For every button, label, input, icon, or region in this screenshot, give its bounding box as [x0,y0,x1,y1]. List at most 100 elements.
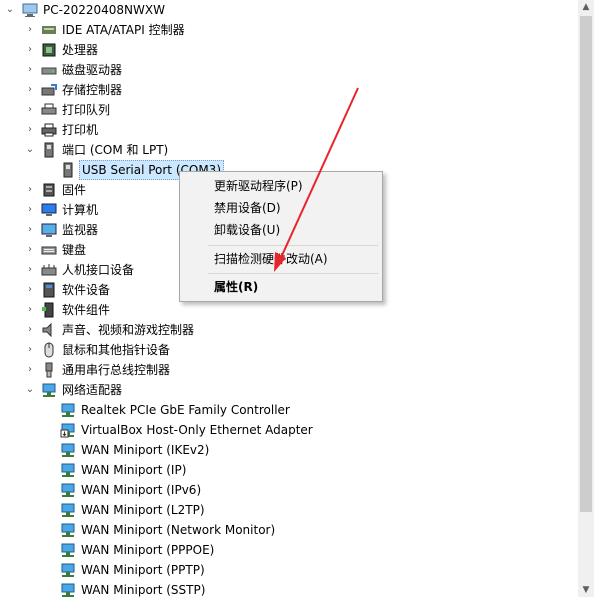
tree-item-label: 软件设备 [62,283,111,297]
network-adapter-icon [60,542,76,558]
menu-item-scan-hardware[interactable]: 扫描检测硬件改动(A) [180,248,382,270]
tree-item-usb-controller[interactable]: › 通用串行总线控制器 [0,360,560,380]
tree-item-storage[interactable]: › 存储控制器 [0,80,560,100]
firmware-icon [41,182,57,198]
tree-item-label: WAN Miniport (L2TP) [81,503,205,517]
port-icon [41,142,57,158]
tree-item-printer[interactable]: › 打印机 [0,120,560,140]
tree-item-label: WAN Miniport (Network Monitor) [81,523,276,537]
context-menu: 更新驱动程序(P) 禁用设备(D) 卸载设备(U) 扫描检测硬件改动(A) 属性… [179,171,383,302]
menu-item-properties[interactable]: 属性(R) [180,276,382,298]
tree-item-adapter[interactable]: WAN Miniport (L2TP) [0,500,560,520]
vertical-scrollbar[interactable]: ▲ ▼ [578,0,594,597]
tree-item-label: 固件 [62,183,87,197]
network-adapter-icon [60,582,76,597]
tree-item-processor[interactable]: › 处理器 [0,40,560,60]
tree-item-ide[interactable]: › IDE ATA/ATAPI 控制器 [0,20,560,40]
tree-item-label: 端口 (COM 和 LPT) [62,143,169,157]
tree-item-label: WAN Miniport (PPPOE) [81,543,215,557]
chevron-right-icon[interactable]: › [24,200,36,220]
chevron-right-icon[interactable]: › [24,280,36,300]
network-adapter-icon [60,422,76,438]
network-adapter-icon [60,462,76,478]
chevron-right-icon[interactable]: › [24,180,36,200]
network-adapter-icon [60,562,76,578]
chevron-right-icon[interactable]: › [24,60,36,80]
chevron-right-icon[interactable]: › [24,40,36,60]
keyboard-icon [41,242,57,258]
tree-item-label: 软件组件 [62,303,111,317]
tree-item-label: VirtualBox Host-Only Ethernet Adapter [81,423,313,437]
network-adapter-icon [41,382,57,398]
tree-item-adapter[interactable]: WAN Miniport (IP) [0,460,560,480]
chevron-right-icon[interactable]: › [24,360,36,380]
menu-item-update-driver[interactable]: 更新驱动程序(P) [180,175,382,197]
chevron-down-icon[interactable]: ⌄ [24,380,36,400]
tree-item-label: 键盘 [62,243,87,257]
computer-icon [22,2,38,18]
menu-separator [208,245,378,246]
tree-item-label: Realtek PCIe GbE Family Controller [81,403,290,417]
chevron-right-icon[interactable]: › [24,240,36,260]
tree-item-label: 通用串行总线控制器 [62,363,171,377]
tree-item-software-component[interactable]: › 软件组件 [0,300,560,320]
ide-controller-icon [41,22,57,38]
tree-item-label: 打印机 [62,123,99,137]
storage-controller-icon [41,82,57,98]
menu-item-uninstall-device[interactable]: 卸载设备(U) [180,219,382,241]
tree-item-network[interactable]: ⌄ 网络适配器 [0,380,560,400]
printer-icon [41,122,57,138]
tree-item-label: IDE ATA/ATAPI 控制器 [62,23,185,37]
tree-item-label: 人机接口设备 [62,263,135,277]
tree-item-ports[interactable]: ⌄ 端口 (COM 和 LPT) [0,140,560,160]
tree-item-adapter[interactable]: WAN Miniport (SSTP) [0,580,560,597]
scroll-down-icon[interactable]: ▼ [578,583,594,597]
speaker-icon [41,322,57,338]
chevron-right-icon[interactable]: › [24,80,36,100]
network-adapter-icon [60,402,76,418]
tree-item-label: 打印队列 [62,103,111,117]
chevron-right-icon[interactable]: › [24,220,36,240]
software-component-icon [41,302,57,318]
tree-item-adapter[interactable]: WAN Miniport (PPTP) [0,560,560,580]
tree-item-label: WAN Miniport (IPv6) [81,483,202,497]
chevron-right-icon[interactable]: › [24,340,36,360]
tree-item-label: WAN Miniport (IP) [81,463,187,477]
hid-icon [41,262,57,278]
processor-icon [41,42,57,58]
chevron-right-icon[interactable]: › [24,300,36,320]
tree-item-print-queue[interactable]: › 打印队列 [0,100,560,120]
tree-item-adapter[interactable]: WAN Miniport (PPPOE) [0,540,560,560]
tree-item-adapter[interactable]: WAN Miniport (Network Monitor) [0,520,560,540]
tree-item-mouse[interactable]: › 鼠标和其他指针设备 [0,340,560,360]
tree-root[interactable]: ⌄ PC-20220408NWXW [0,0,560,20]
menu-item-disable-device[interactable]: 禁用设备(D) [180,197,382,219]
tree-item-disk[interactable]: › 磁盘驱动器 [0,60,560,80]
tree-item-label: 鼠标和其他指针设备 [62,343,171,357]
tree-item-adapter[interactable]: WAN Miniport (IPv6) [0,480,560,500]
tree-item-adapter[interactable]: Realtek PCIe GbE Family Controller [0,400,560,420]
scroll-up-icon[interactable]: ▲ [578,0,594,14]
disk-drive-icon [41,62,57,78]
chevron-down-icon[interactable]: ⌄ [4,0,16,20]
menu-separator [208,273,378,274]
chevron-down-icon[interactable]: ⌄ [24,140,36,160]
chevron-right-icon[interactable]: › [24,20,36,40]
port-icon [60,162,76,178]
tree-item-adapter[interactable]: WAN Miniport (IKEv2) [0,440,560,460]
tree-item-sound[interactable]: › 声音、视频和游戏控制器 [0,320,560,340]
chevron-right-icon[interactable]: › [24,260,36,280]
chevron-right-icon[interactable]: › [24,120,36,140]
network-adapter-icon [60,522,76,538]
chevron-right-icon[interactable]: › [24,100,36,120]
tree-item-label: 磁盘驱动器 [62,63,123,77]
tree-item-label: 声音、视频和游戏控制器 [62,323,195,337]
computer-icon [41,202,57,218]
tree-item-label: 网络适配器 [62,383,123,397]
tree-item-label: 存储控制器 [62,83,123,97]
tree-item-label: 计算机 [62,203,99,217]
scroll-thumb[interactable] [580,16,592,512]
tree-item-adapter[interactable]: VirtualBox Host-Only Ethernet Adapter [0,420,560,440]
tree-root-label: PC-20220408NWXW [43,3,165,17]
chevron-right-icon[interactable]: › [24,320,36,340]
